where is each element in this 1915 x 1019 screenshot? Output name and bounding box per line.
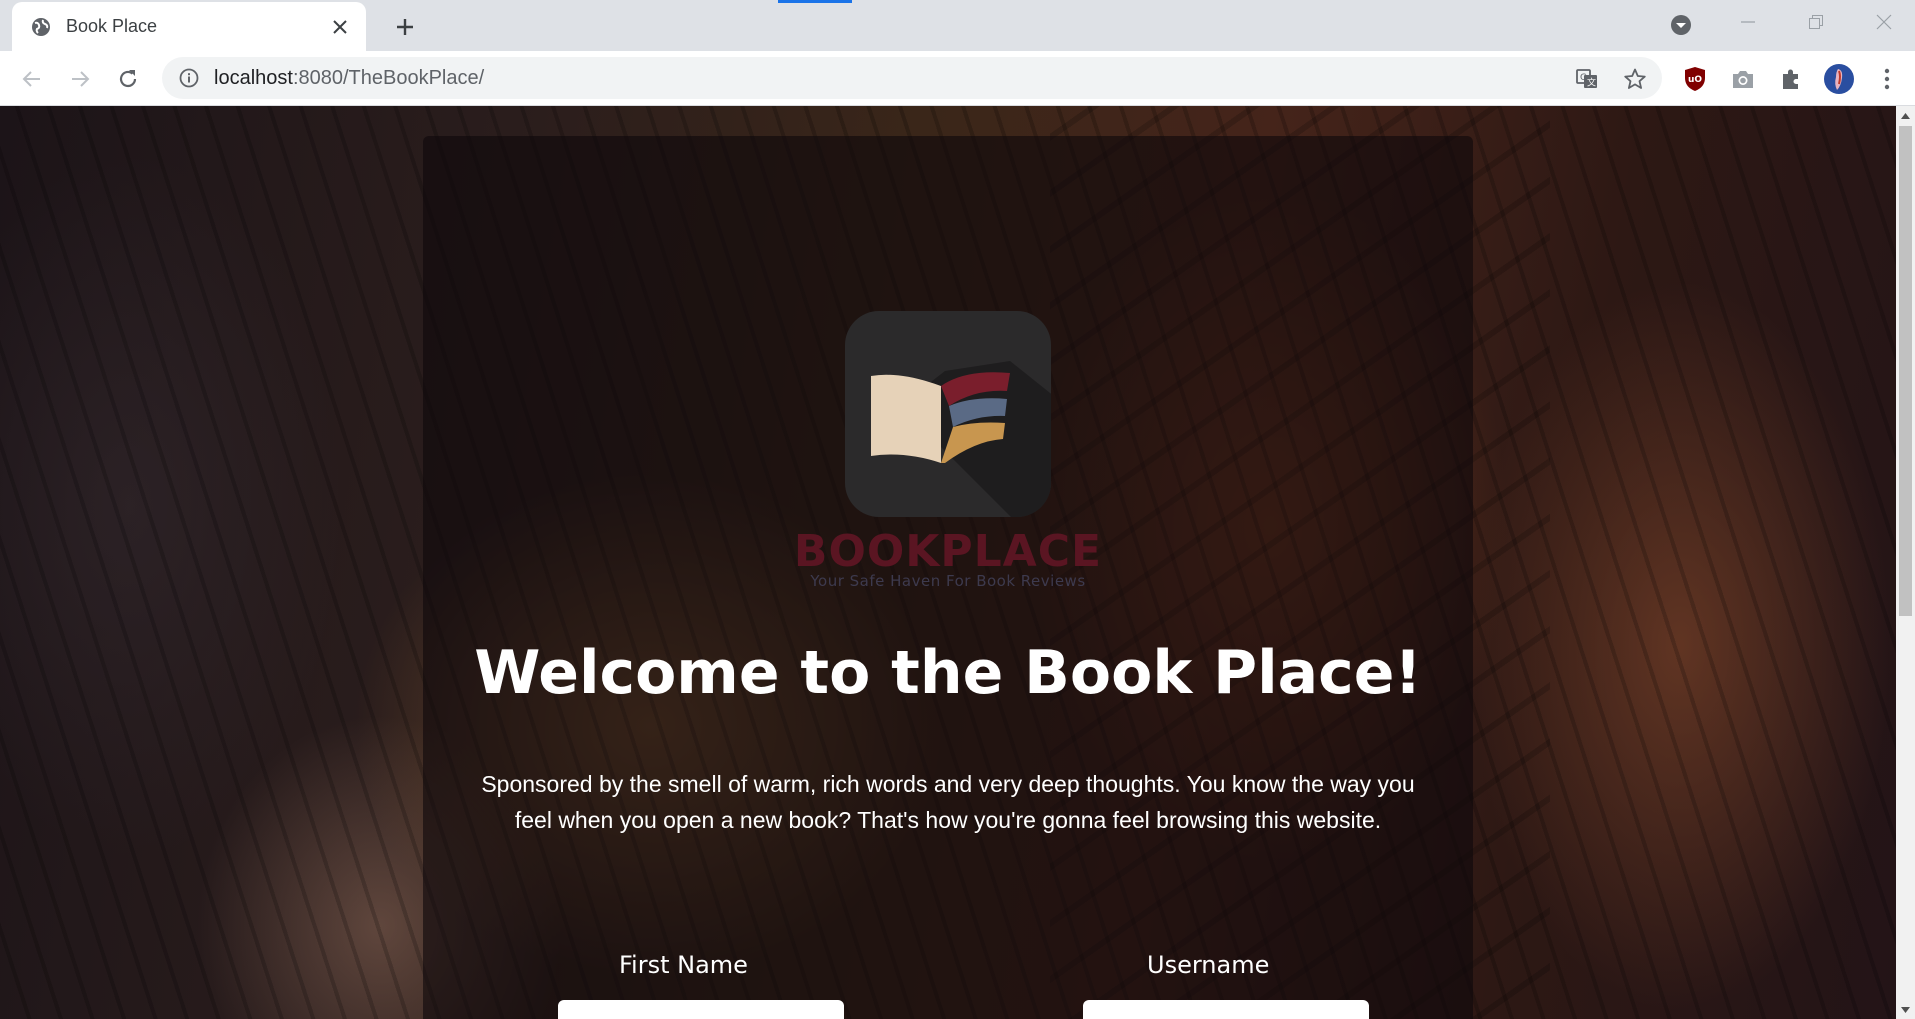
scroll-up-arrow-icon[interactable] bbox=[1896, 106, 1915, 125]
url-host: localhost bbox=[214, 66, 293, 89]
svg-text:文: 文 bbox=[1587, 77, 1596, 89]
scroll-thumb[interactable] bbox=[1899, 126, 1912, 616]
first-name-label: First Name bbox=[619, 951, 748, 979]
restore-button[interactable] bbox=[1796, 6, 1836, 38]
brand-tagline: Your Safe Haven For Book Reviews bbox=[810, 572, 1086, 590]
svg-text:G: G bbox=[1580, 73, 1587, 83]
username-label: Username bbox=[1147, 951, 1270, 979]
browser-toolbar: localhost:8080/TheBookPlace/ G文 uO bbox=[0, 51, 1915, 106]
chevron-down-icon bbox=[1671, 15, 1691, 35]
bookmark-star-icon[interactable] bbox=[1622, 66, 1648, 92]
loading-indicator bbox=[778, 0, 852, 3]
star-icon bbox=[1624, 68, 1646, 89]
arrow-right-icon bbox=[72, 71, 90, 87]
globe-icon bbox=[30, 16, 52, 38]
description-line-1: Sponsored by the smell of warm, rich wor… bbox=[481, 771, 1415, 797]
minimize-button[interactable] bbox=[1728, 6, 1768, 38]
info-icon[interactable] bbox=[178, 67, 200, 89]
tab-search-button[interactable] bbox=[1668, 12, 1694, 38]
page-viewport: BOOKPLACE Your Safe Haven For Book Revie… bbox=[0, 106, 1896, 1019]
tab-title: Book Place bbox=[66, 16, 158, 36]
profile-avatar[interactable] bbox=[1824, 64, 1854, 94]
address-bar[interactable]: localhost:8080/TheBookPlace/ G文 bbox=[162, 57, 1662, 99]
close-icon bbox=[1876, 14, 1892, 30]
page-title: Welcome to the Book Place! bbox=[474, 638, 1422, 708]
page-scrollbar[interactable] bbox=[1896, 106, 1915, 1019]
description-line-2: feel when you open a new book? That's ho… bbox=[514, 807, 1382, 833]
brand-name: BOOKPLACE bbox=[793, 526, 1103, 577]
kebab-menu-icon[interactable] bbox=[1872, 64, 1902, 94]
tab-strip: Book Place bbox=[0, 0, 1915, 51]
page-description: Sponsored by the smell of warm, rich wor… bbox=[455, 766, 1441, 838]
reload-icon bbox=[119, 70, 137, 88]
camera-icon[interactable] bbox=[1728, 64, 1758, 94]
close-window-button[interactable] bbox=[1864, 6, 1904, 38]
url-text[interactable]: localhost:8080/TheBookPlace/ bbox=[214, 67, 484, 90]
forward-button[interactable] bbox=[64, 63, 96, 95]
puzzle-icon[interactable] bbox=[1776, 64, 1806, 94]
new-tab-button[interactable] bbox=[390, 12, 420, 42]
reload-button[interactable] bbox=[112, 63, 144, 95]
translate-icon[interactable]: G文 bbox=[1574, 66, 1600, 92]
svg-text:uO: uO bbox=[1688, 75, 1702, 85]
back-button[interactable] bbox=[16, 63, 48, 95]
close-tab-icon[interactable] bbox=[328, 15, 352, 39]
bookplace-logo-icon bbox=[845, 311, 1051, 517]
plus-icon bbox=[397, 19, 413, 35]
first-name-field[interactable] bbox=[558, 1000, 844, 1019]
username-field[interactable] bbox=[1083, 1000, 1369, 1019]
ublock-icon[interactable]: uO bbox=[1680, 64, 1710, 94]
url-path: :8080/TheBookPlace/ bbox=[292, 66, 485, 89]
restore-icon bbox=[1809, 15, 1823, 29]
browser-tab[interactable]: Book Place bbox=[12, 2, 366, 51]
scroll-down-arrow-icon[interactable] bbox=[1896, 1000, 1915, 1019]
arrow-left-icon bbox=[22, 71, 40, 87]
minimize-icon bbox=[1741, 21, 1755, 23]
